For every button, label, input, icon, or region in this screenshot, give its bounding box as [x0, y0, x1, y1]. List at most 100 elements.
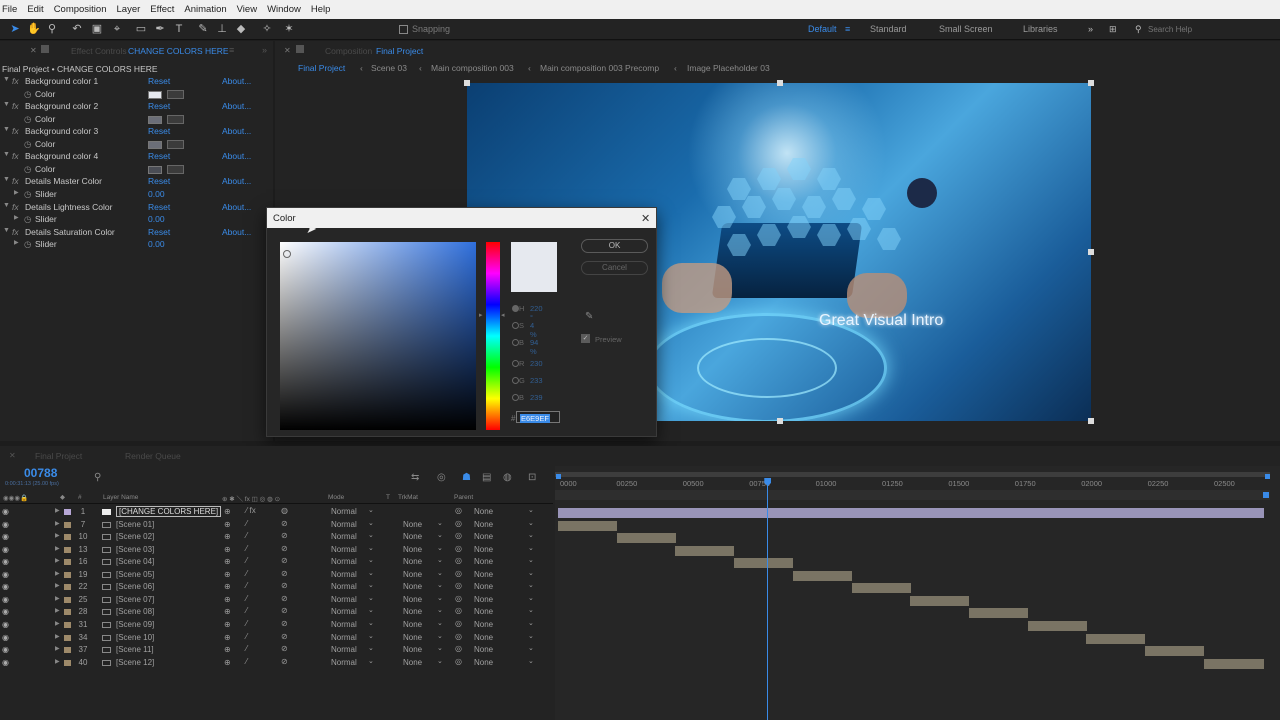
effect-about-link[interactable]: About...	[222, 126, 251, 136]
workspace-small-screen[interactable]: Small Screen	[939, 24, 993, 34]
chevron-down-icon[interactable]: ⌄	[437, 657, 443, 665]
label-color-swatch[interactable]	[64, 559, 71, 566]
blend-mode-select[interactable]: Normal	[331, 595, 357, 604]
layer-name[interactable]: [Scene 12]	[116, 658, 154, 667]
motion-blur-switch-icon[interactable]: ⊘	[281, 594, 288, 603]
layer-row[interactable]: ◉ ▶ 37 [Scene 11] ⊕ ⁄ ⊘ Normal ⌄ None ⌄ ◎ None ⌄	[0, 644, 553, 657]
clone-stamp-tool-icon[interactable]: ⊥	[215, 22, 229, 36]
bbox-handle[interactable]	[1088, 418, 1094, 424]
blend-mode-select[interactable]: Normal	[331, 633, 357, 642]
effect-about-link[interactable]: About...	[222, 227, 251, 237]
effect-reset-link[interactable]: Reset	[148, 176, 170, 186]
chevron-down-icon[interactable]: ⌄	[528, 519, 534, 527]
chevron-down-icon[interactable]: ⌄	[368, 632, 374, 640]
chevron-down-icon[interactable]: ⌄	[437, 644, 443, 652]
parent-select[interactable]: None	[474, 658, 493, 667]
expand-layer-icon[interactable]: ▶	[55, 582, 60, 589]
motion-blur-switch-icon[interactable]: ⊘	[281, 556, 288, 565]
timeline-graph-area[interactable]	[555, 466, 1280, 720]
bbox-handle[interactable]	[777, 80, 783, 86]
chevron-down-icon[interactable]: ⌄	[528, 619, 534, 627]
trkmat-select[interactable]: None	[403, 620, 422, 629]
label-color-swatch[interactable]	[64, 571, 71, 578]
quality-switch-icon[interactable]: ⁄	[246, 556, 247, 565]
radio-button[interactable]	[512, 377, 519, 384]
bbox-handle[interactable]	[464, 80, 470, 86]
motion-blur-switch-icon[interactable]: ⊘	[281, 657, 288, 666]
visibility-eye-icon[interactable]: ◉	[2, 520, 9, 528]
breadcrumb-scene-03[interactable]: Scene 03	[371, 63, 407, 73]
menu-effect[interactable]: Effect	[150, 4, 174, 15]
graph-editor-icon[interactable]: ⊡	[528, 472, 536, 483]
blend-mode-select[interactable]: Normal	[331, 557, 357, 566]
parent-select[interactable]: None	[474, 620, 493, 629]
quality-switch-icon[interactable]: ⁄	[246, 544, 247, 553]
shy-switch-icon[interactable]: ⊕	[224, 532, 231, 541]
search-icon[interactable]: ⚲	[1135, 24, 1142, 35]
layer-row[interactable]: ◉ ▶ 7 [Scene 01] ⊕ ⁄ ⊘ Normal ⌄ None ⌄ ◎ None ⌄	[0, 519, 553, 532]
layer-row[interactable]: ◉ ▶ 40 [Scene 12] ⊕ ⁄ ⊘ Normal ⌄ None ⌄ ◎ None ⌄	[0, 657, 553, 670]
chevron-down-icon[interactable]: ⌄	[437, 569, 443, 577]
expand-layer-icon[interactable]: ▶	[55, 607, 60, 614]
motion-blur-switch-icon[interactable]: ⊘	[281, 519, 288, 528]
stopwatch-icon[interactable]: ◷	[24, 89, 31, 100]
stopwatch-icon[interactable]: ◷	[24, 114, 31, 125]
parent-select[interactable]: None	[474, 595, 493, 604]
shy-switch-icon[interactable]: ⊕	[224, 582, 231, 591]
chevron-down-icon[interactable]: ⌄	[528, 556, 534, 564]
parent-select[interactable]: None	[474, 645, 493, 654]
hue-slider-right-arrow-icon[interactable]: ◂	[501, 311, 505, 319]
close-timeline-tab-icon[interactable]: ✕	[9, 451, 16, 460]
layer-name[interactable]: [Scene 05]	[116, 570, 154, 579]
shy-switch-icon[interactable]: ⊕	[224, 545, 231, 554]
quality-switch-icon[interactable]: ⁄	[246, 632, 247, 641]
timeline-tab-final-project[interactable]: Final Project	[35, 451, 82, 461]
expand-layer-icon[interactable]: ▶	[55, 595, 60, 602]
color-dialog-titlebar[interactable]: Color	[267, 208, 656, 228]
parent-pickwhip-icon[interactable]: ◎	[455, 657, 462, 666]
label-color-swatch[interactable]	[64, 634, 71, 641]
label-color-swatch[interactable]	[64, 596, 71, 603]
frame-blending-icon[interactable]: ▤	[482, 472, 491, 483]
chevron-down-icon[interactable]: ⌄	[368, 619, 374, 627]
color-swatch[interactable]	[148, 115, 162, 124]
layer-bar[interactable]	[558, 508, 1264, 518]
visibility-eye-icon[interactable]: ◉	[2, 583, 9, 591]
expand-layer-icon[interactable]: ▶	[55, 658, 60, 665]
stopwatch-icon[interactable]: ◷	[24, 189, 31, 200]
playhead[interactable]	[767, 478, 769, 720]
quality-switch-icon[interactable]: ⁄	[246, 569, 247, 578]
menu-composition[interactable]: Composition	[54, 4, 107, 15]
chevron-down-icon[interactable]: ⌄	[368, 606, 374, 614]
trkmat-select[interactable]: None	[403, 582, 422, 591]
radio-button[interactable]	[512, 339, 519, 346]
menu-file[interactable]: File	[2, 4, 17, 15]
motion-blur-switch-icon[interactable]: ⊘	[281, 531, 288, 540]
close-comp-tab-icon[interactable]: ✕	[284, 46, 291, 55]
quality-switch-icon[interactable]: ⁄	[246, 657, 247, 666]
layer-name[interactable]: [Scene 11]	[116, 645, 154, 654]
shy-switch-icon[interactable]: ⊕	[224, 557, 231, 566]
snapping-checkbox[interactable]	[399, 25, 408, 34]
menu-help[interactable]: Help	[311, 4, 331, 15]
effect-collapse-icon[interactable]: ▼	[3, 202, 10, 209]
hex-input[interactable]: E6E9EF	[516, 411, 560, 423]
blend-mode-select[interactable]: Normal	[331, 532, 357, 541]
pen-tool-icon[interactable]: ✒	[153, 22, 167, 36]
parent-select[interactable]: None	[474, 582, 493, 591]
visibility-eye-icon[interactable]: ◉	[2, 595, 9, 603]
visibility-eye-icon[interactable]: ◉	[2, 633, 9, 641]
chevron-down-icon[interactable]: ⌄	[368, 657, 374, 665]
visibility-eye-icon[interactable]: ◉	[2, 533, 9, 541]
eraser-tool-icon[interactable]: ◆	[234, 22, 248, 36]
close-icon[interactable]: ✕	[641, 212, 650, 225]
visibility-eye-icon[interactable]: ◉	[2, 508, 9, 516]
trkmat-select[interactable]: None	[403, 607, 422, 616]
trkmat-select[interactable]: None	[403, 545, 422, 554]
chevron-down-icon[interactable]: ⌄	[528, 531, 534, 539]
trkmat-select[interactable]: None	[403, 645, 422, 654]
label-color-swatch[interactable]	[64, 534, 71, 541]
layer-bar[interactable]	[851, 583, 911, 594]
radio-button[interactable]	[512, 394, 519, 401]
layer-bar[interactable]	[1203, 658, 1264, 669]
